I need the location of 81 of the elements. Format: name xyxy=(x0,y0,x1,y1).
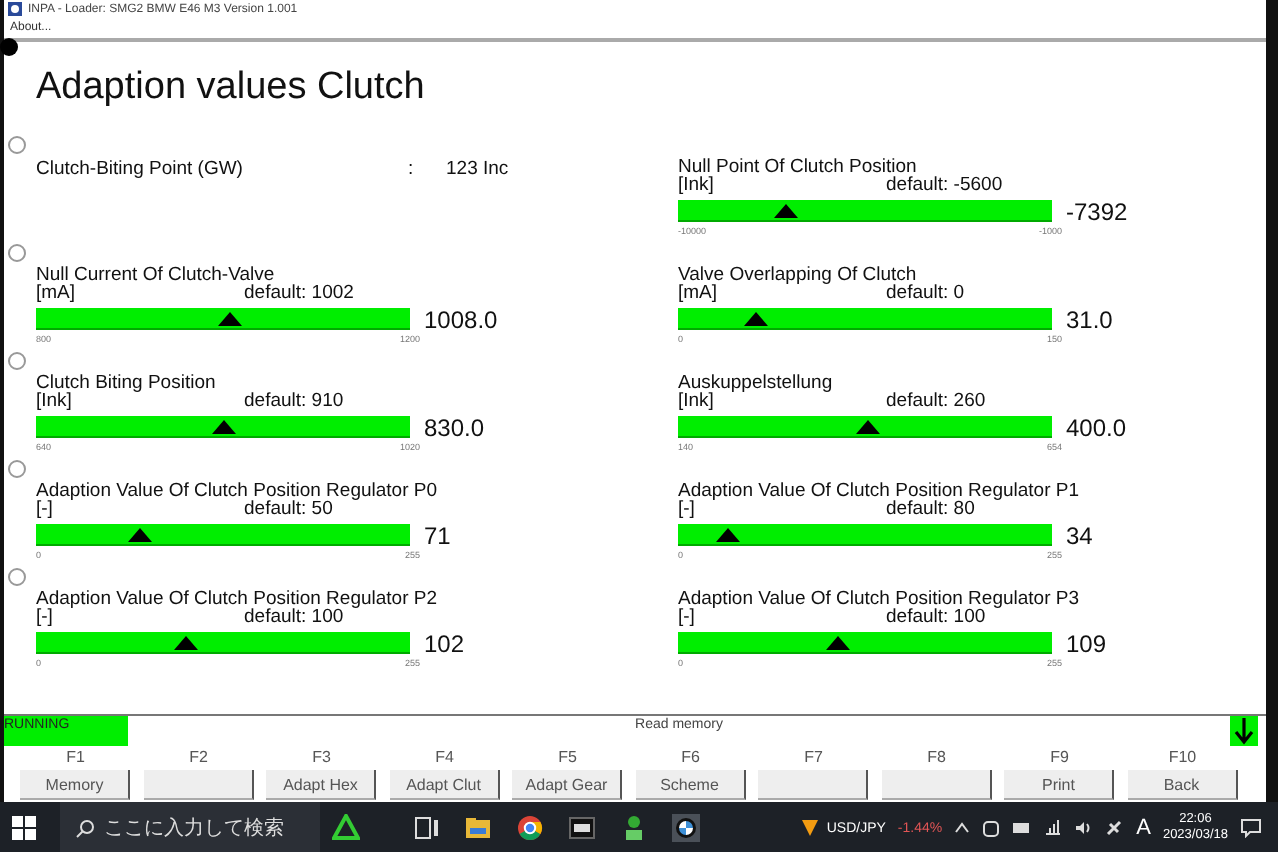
function-key-label: F8 xyxy=(927,746,946,770)
cursor-dot xyxy=(0,38,18,56)
gauge-label: Null Current Of Clutch-Valve xyxy=(36,266,275,286)
unit-label: [mA] xyxy=(678,284,720,304)
function-button[interactable]: Back xyxy=(1127,770,1238,800)
radio-button[interactable] xyxy=(8,244,26,262)
function-key-label: F2 xyxy=(189,746,208,770)
gauge-label: Adaption Value Of Clutch Position Regulator P3 xyxy=(678,590,1081,610)
unit-label: [-] xyxy=(36,500,53,520)
recycle-icon[interactable] xyxy=(332,814,360,842)
radio-button[interactable] xyxy=(8,460,26,478)
start-icon[interactable] xyxy=(12,816,36,840)
gauge-label: Null Point Of Clutch Position xyxy=(678,158,917,178)
function-key-label: F3 xyxy=(312,746,331,770)
radio-button[interactable] xyxy=(8,136,26,154)
figure-icon[interactable] xyxy=(620,814,648,842)
notification-icon xyxy=(1240,818,1262,838)
network-icon xyxy=(1044,820,1063,836)
function-button[interactable]: Print xyxy=(1004,770,1115,800)
gauge-label: Adaption Value Of Clutch Position Regulator P2 xyxy=(36,590,439,610)
task-view-icon[interactable] xyxy=(412,814,440,842)
default-value: default: 100 xyxy=(244,608,344,628)
default-value: default: 100 xyxy=(886,608,986,628)
gauge-value: 830.0 xyxy=(424,413,485,441)
default-value: default: 910 xyxy=(244,392,344,412)
unit-label: [Ink] xyxy=(678,176,716,196)
gauge-value: -7392 xyxy=(1066,197,1128,225)
taskbar-search-field[interactable]: ここに入力して検索 xyxy=(60,802,320,852)
gauge-label: Clutch Biting Position xyxy=(36,374,218,394)
function-key-label: F9 xyxy=(1050,746,1069,770)
chrome-icon[interactable] xyxy=(516,814,544,842)
default-value: default: 0 xyxy=(886,284,965,304)
gauge-value: 71 xyxy=(424,521,451,549)
function-key-label: F7 xyxy=(804,746,823,770)
app-icon[interactable] xyxy=(568,814,596,842)
roundel-icon[interactable] xyxy=(672,814,700,842)
gauge-value: 1008.0 xyxy=(424,305,498,333)
gauge-label: Adaption Value Of Clutch Position Regulator P1 xyxy=(678,482,1081,502)
default-value: default: 260 xyxy=(886,392,986,412)
gauge-label: Auskuppelstellung xyxy=(678,374,835,394)
ime-indicator[interactable]: A xyxy=(1136,816,1151,840)
unit-label: [-] xyxy=(678,500,695,520)
gauge-value: 400.0 xyxy=(1066,413,1127,441)
gauge-label: Valve Overlapping Of Clutch xyxy=(678,266,917,286)
unit-label: [Ink] xyxy=(36,392,74,412)
radio-button[interactable] xyxy=(8,352,26,370)
down-arrow-icon xyxy=(1230,716,1258,746)
separator: : xyxy=(408,158,416,182)
default-value: default: 50 xyxy=(244,500,333,520)
function-key-label: F6 xyxy=(681,746,700,770)
value-text: 123 Inc xyxy=(446,158,509,182)
function-button[interactable]: Adapt Gear xyxy=(512,770,623,800)
unit-label: [mA] xyxy=(36,284,78,304)
search-placeholder: ここに入力して検索 xyxy=(104,815,284,842)
function-key-label: F10 xyxy=(1168,746,1197,770)
speaker-icon xyxy=(1074,820,1093,836)
default-value: default: 80 xyxy=(886,500,975,520)
folder-icon[interactable] xyxy=(464,814,492,842)
search-icon xyxy=(76,819,94,837)
function-key-label: F1 xyxy=(66,746,85,770)
radio-button[interactable] xyxy=(8,568,26,586)
unit-label: [-] xyxy=(678,608,695,628)
page-heading: Adaption values Clutch xyxy=(36,66,425,112)
function-button[interactable]: Scheme xyxy=(635,770,746,800)
caret-icon xyxy=(954,822,971,834)
function-button[interactable]: Memory xyxy=(20,770,131,800)
gauge-value: 31.0 xyxy=(1066,305,1113,333)
function-key-label: F5 xyxy=(558,746,577,770)
unit-label: [Ink] xyxy=(678,392,714,412)
gauge-label: Adaption Value Of Clutch Position Regulator P0 xyxy=(36,482,439,502)
function-button[interactable]: Adapt Clut xyxy=(389,770,500,800)
default-value: default: -5600 xyxy=(886,176,1003,196)
unit-label: [-] xyxy=(36,608,53,628)
function-key-label: F4 xyxy=(435,746,454,770)
battery-icon xyxy=(1012,822,1033,834)
gauge-value: 109 xyxy=(1066,629,1107,657)
default-value: default: 1002 xyxy=(244,284,354,304)
gauge-value: 102 xyxy=(424,629,465,657)
value-label: Clutch-Biting Point (GW) xyxy=(36,158,245,182)
function-button[interactable]: Adapt Hex xyxy=(266,770,377,800)
gauge-value: 34 xyxy=(1066,521,1093,549)
